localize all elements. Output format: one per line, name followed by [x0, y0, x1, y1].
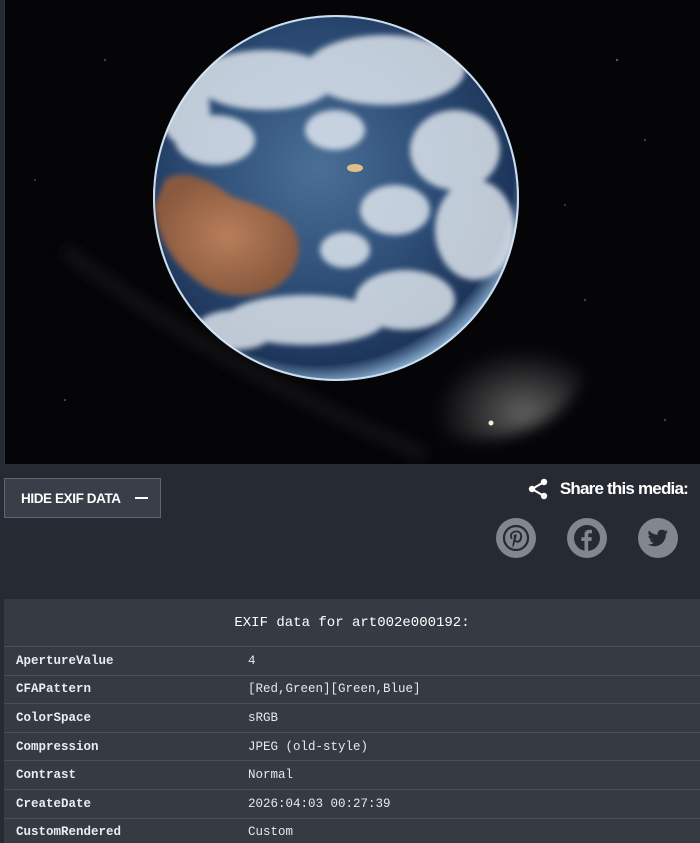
earth-photo [5, 0, 700, 464]
exif-row: CreateDate 2026:04:03 00:27:39 [4, 790, 700, 819]
hide-exif-label: HIDE EXIF DATA [21, 490, 121, 506]
share-icon [528, 478, 548, 500]
exif-rows: ApertureValue 4 CFAPattern [Red,Green][Gree… [4, 647, 700, 843]
exif-row: Contrast Normal [4, 761, 700, 790]
exif-key: ColorSpace [16, 710, 92, 725]
pinterest-button[interactable] [496, 518, 536, 558]
exif-title: EXIF data for art002e000192: [4, 599, 700, 647]
exif-table: EXIF data for art002e000192: ApertureVal… [4, 599, 700, 843]
exif-row: ColorSpace sRGB [4, 704, 700, 733]
share-header: Share this media: [526, 477, 689, 501]
exif-value: JPEG (old-style) [248, 739, 369, 754]
facebook-button[interactable] [567, 518, 607, 558]
exif-row: ApertureValue 4 [4, 647, 700, 676]
exif-row: CFAPattern [Red,Green][Green,Blue] [4, 676, 700, 705]
exif-key: CustomRendered [16, 825, 122, 840]
facebook-icon [574, 525, 600, 551]
minus-icon [134, 497, 148, 499]
twitter-icon [647, 529, 668, 547]
exif-key: ApertureValue [16, 653, 114, 668]
exif-key: CFAPattern [16, 682, 92, 697]
exif-value: Normal [248, 768, 294, 783]
media-page: HIDE EXIF DATA Share this media: EXIF da… [0, 0, 700, 843]
exif-key: Compression [16, 739, 99, 754]
exif-value: Custom [248, 825, 294, 840]
exif-value: [Red,Green][Green,Blue] [248, 682, 421, 697]
exif-key: Contrast [16, 768, 77, 783]
share-label: Share this media: [559, 479, 689, 498]
exif-value: 2026:04:03 00:27:39 [248, 796, 391, 811]
hide-exif-button[interactable]: HIDE EXIF DATA [4, 478, 161, 518]
pinterest-icon [503, 525, 529, 551]
exif-value: 4 [248, 653, 256, 668]
twitter-button[interactable] [638, 518, 678, 558]
exif-row: CustomRendered Custom [4, 819, 700, 843]
exif-row: Compression JPEG (old-style) [4, 733, 700, 762]
exif-key: CreateDate [16, 796, 92, 811]
media-image[interactable] [4, 0, 700, 464]
exif-value: sRGB [248, 710, 279, 725]
